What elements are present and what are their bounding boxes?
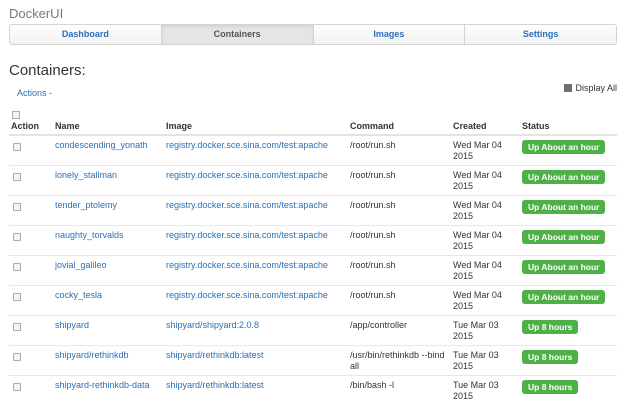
row-checkbox[interactable]	[13, 322, 21, 331]
container-command: /root/run.sh	[348, 254, 451, 285]
container-command: /app/controller	[348, 314, 451, 345]
nav-tab-settings[interactable]: Settings	[465, 25, 616, 44]
nav-tab-containers[interactable]: Containers	[161, 25, 314, 44]
container-name-link[interactable]: tender_ptolemy	[55, 200, 117, 210]
status-badge: Up 8 hours	[522, 319, 579, 334]
container-created: Tue Mar 03 2015	[451, 344, 520, 375]
col-header-command[interactable]: Command	[348, 117, 451, 136]
container-created: Wed Mar 04 2015	[451, 224, 520, 255]
container-created: Tue Mar 03 2015	[451, 314, 520, 345]
row-checkbox[interactable]	[13, 262, 21, 271]
display-all-toggle[interactable]: Display All	[564, 83, 617, 93]
container-created: Wed Mar 04 2015	[451, 194, 520, 225]
container-name-link[interactable]: lonely_stallman	[55, 170, 117, 180]
container-name-link[interactable]: cocky_tesla	[55, 290, 102, 300]
container-image-link[interactable]: registry.docker.sce.sina.com/test:apache	[166, 200, 328, 210]
container-image-link[interactable]: shipyard/rethinkdb:latest	[166, 350, 264, 360]
container-image-link[interactable]: registry.docker.sce.sina.com/test:apache	[166, 260, 328, 270]
containers-table: Action Name Image Command Created Status…	[9, 117, 617, 405]
container-command: /root/run.sh	[350, 140, 396, 150]
container-command: /usr/bin/rethinkdb --bind all	[348, 344, 451, 375]
app-brand[interactable]: DockerUI	[9, 6, 63, 21]
table-header-row: Action Name Image Command Created Status	[9, 117, 617, 136]
col-header-name[interactable]: Name	[53, 117, 164, 136]
status-badge: Up About an hour	[522, 229, 606, 244]
table-row: condescending_yonath registry.docker.sce…	[9, 135, 617, 165]
table-row: shipyard-rethinkdb-data shipyard/rethink…	[9, 374, 617, 405]
container-name-link[interactable]: condescending_yonath	[55, 140, 148, 150]
container-name-link[interactable]: naughty_torvalds	[55, 230, 124, 240]
container-command: /root/run.sh	[348, 164, 451, 195]
actions-dropdown[interactable]: Actions -	[17, 88, 52, 98]
container-created: Wed Mar 04 2015	[451, 284, 520, 315]
container-name-link[interactable]: shipyard-rethinkdb-data	[55, 380, 150, 390]
table-row: jovial_galileo registry.docker.sce.sina.…	[9, 254, 617, 285]
container-command: /root/run.sh	[348, 284, 451, 315]
container-image-link[interactable]: registry.docker.sce.sina.com/test:apache	[166, 290, 328, 300]
table-row: cocky_tesla registry.docker.sce.sina.com…	[9, 284, 617, 315]
status-badge: Up 8 hours	[522, 349, 579, 364]
container-created: Tue Mar 03 2015	[451, 374, 520, 405]
row-checkbox[interactable]	[13, 382, 21, 391]
status-badge: Up About an hour	[522, 259, 606, 274]
container-name-link[interactable]: shipyard/rethinkdb	[55, 350, 129, 360]
row-checkbox[interactable]	[13, 202, 21, 211]
display-all-label: Display All	[575, 83, 617, 93]
row-checkbox[interactable]	[13, 172, 21, 181]
row-checkbox[interactable]	[13, 352, 21, 361]
table-row: lonely_stallman registry.docker.sce.sina…	[9, 164, 617, 195]
container-command: /root/run.sh	[348, 194, 451, 225]
container-name-link[interactable]: shipyard	[55, 320, 89, 330]
container-image-link[interactable]: registry.docker.sce.sina.com/test:apache	[166, 230, 328, 240]
container-command: /root/run.sh	[348, 224, 451, 255]
table-row: tender_ptolemy registry.docker.sce.sina.…	[9, 194, 617, 225]
status-badge: Up About an hour	[522, 140, 606, 154]
main-nav: Dashboard Containers Images Settings	[9, 24, 617, 45]
nav-tab-dashboard[interactable]: Dashboard	[10, 25, 162, 44]
col-header-action: Action	[9, 117, 53, 136]
container-image-link[interactable]: shipyard/shipyard:2.0.8	[166, 320, 259, 330]
display-all-checkbox[interactable]	[564, 84, 573, 92]
status-badge: Up About an hour	[522, 199, 606, 214]
container-name-link[interactable]: jovial_galileo	[55, 260, 107, 270]
table-row: naughty_torvalds registry.docker.sce.sin…	[9, 224, 617, 255]
container-image-link[interactable]: registry.docker.sce.sina.com/test:apache	[166, 170, 328, 180]
container-image-link[interactable]: shipyard/rethinkdb:latest	[166, 380, 264, 390]
page-title: Containers:	[9, 62, 86, 79]
status-badge: Up About an hour	[522, 289, 606, 304]
container-created: Wed Mar 04 2015	[451, 164, 520, 195]
row-checkbox[interactable]	[13, 292, 21, 301]
row-checkbox[interactable]	[13, 143, 21, 151]
col-header-status[interactable]: Status	[520, 117, 617, 136]
nav-tab-images[interactable]: Images	[314, 25, 466, 44]
container-created: Wed Mar 04 2015	[453, 140, 502, 161]
table-row: shipyard/rethinkdb shipyard/rethinkdb:la…	[9, 344, 617, 375]
container-image-link[interactable]: registry.docker.sce.sina.com/test:apache	[166, 140, 328, 150]
status-badge: Up 8 hours	[522, 379, 579, 394]
table-row: shipyard shipyard/shipyard:2.0.8 /app/co…	[9, 314, 617, 345]
row-checkbox[interactable]	[13, 232, 21, 241]
col-header-image[interactable]: Image	[164, 117, 348, 136]
container-command: /bin/bash -l	[348, 374, 451, 405]
container-created: Wed Mar 04 2015	[451, 254, 520, 285]
status-badge: Up About an hour	[522, 169, 606, 184]
col-header-created[interactable]: Created	[451, 117, 520, 136]
